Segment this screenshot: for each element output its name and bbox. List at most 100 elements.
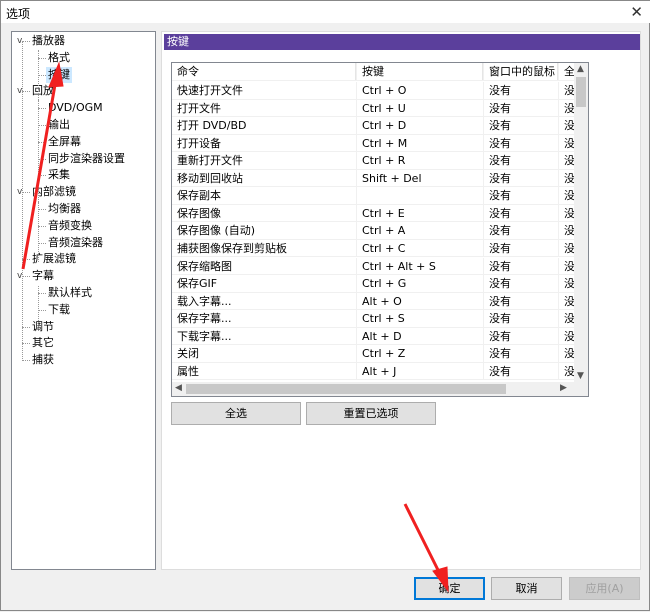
table-header: 命令 按键 窗口中的鼠标全 bbox=[172, 63, 576, 81]
table-row[interactable]: 快速打开文件 Ctrl + O 没有没 bbox=[172, 82, 576, 100]
table-cell: 捕获图像保存到剪贴板 bbox=[177, 241, 287, 255]
table-cell: 重新打开文件 bbox=[177, 154, 243, 168]
table-row[interactable]: 属性 Alt + J 没有没 bbox=[172, 362, 576, 381]
table-cell bbox=[356, 187, 483, 205]
tree-connector bbox=[38, 100, 39, 210]
table-row[interactable]: 保存图像 (自动) Ctrl + A 没有没 bbox=[172, 222, 576, 240]
tree-item[interactable]: 同步渲染器设置 bbox=[46, 151, 127, 167]
tree-item[interactable]: 音频渲染器 bbox=[46, 235, 105, 251]
table-row[interactable]: 打开设备 Ctrl + M 没有没 bbox=[172, 134, 576, 153]
hotkey-table[interactable]: 属性 Alt + J 没有没关闭 Ctrl + Z 没有没下载字幕... Alt + D没… bbox=[171, 62, 589, 397]
table-row[interactable]: 捕获图像保存到剪贴板 Ctrl + C 没有没 bbox=[172, 239, 576, 258]
table-cell: 没有 bbox=[483, 187, 558, 205]
window-title: 选项 bbox=[6, 7, 31, 21]
table-cell: 保存字幕... bbox=[177, 312, 232, 326]
table-row[interactable]: 保存图像 Ctrl + E 没有没 bbox=[172, 204, 576, 223]
hotkeys-panel: 按键 属性 Alt + J 没有没关闭 Ctrl + Z 没有没下载字幕... Alt +… bbox=[161, 31, 641, 570]
tree-connector bbox=[38, 286, 39, 331]
tree-item[interactable]: 输出 bbox=[46, 117, 72, 133]
table-cell: 打开设备 bbox=[177, 136, 221, 150]
table-cell: 保存图像 (自动) bbox=[177, 224, 256, 238]
tree-connector bbox=[38, 108, 46, 110]
table-cell: Ctrl + U bbox=[356, 99, 483, 117]
tree-item[interactable]: 全屏幕 bbox=[46, 134, 83, 150]
tree-connector bbox=[38, 293, 46, 294]
table-row[interactable]: 打开文件 Ctrl + U 没有没 bbox=[172, 99, 576, 118]
tree-item[interactable]: 捕获 bbox=[30, 352, 56, 368]
table-row[interactable]: 打开 DVD/BD Ctrl + D 没有没 bbox=[172, 117, 576, 135]
tree-item[interactable]: DVD/OGM bbox=[46, 100, 105, 116]
tree-connector bbox=[38, 209, 46, 210]
table-cell: 保存GIF bbox=[177, 277, 218, 291]
table-cell: 快速打开文件 bbox=[177, 84, 243, 97]
cancel-button[interactable]: 取消 bbox=[491, 577, 562, 600]
select-all-button[interactable]: 全选 bbox=[171, 402, 301, 425]
ok-button[interactable]: 确定 bbox=[414, 577, 485, 600]
table-cell: Ctrl + R bbox=[356, 152, 483, 170]
table-cell: 打开 DVD/BD bbox=[177, 119, 247, 133]
table-cell: 没有 bbox=[483, 239, 558, 257]
tree-item[interactable]: 均衡器 bbox=[46, 201, 83, 217]
table-cell: Ctrl + E bbox=[356, 204, 483, 222]
tree-connector bbox=[38, 309, 46, 311]
table-cell: 没有 bbox=[483, 362, 558, 380]
tree-connector bbox=[38, 57, 46, 59]
tree-item[interactable]: 采集 bbox=[46, 167, 72, 183]
column-header[interactable]: 按键 bbox=[356, 63, 483, 80]
table-cell: 下载字幕... bbox=[177, 329, 232, 343]
tree-item[interactable]: 回放 bbox=[30, 83, 56, 99]
tree-item[interactable]: 其它 bbox=[30, 335, 56, 351]
table-row[interactable]: 下载字幕... Alt + D 没有没 bbox=[172, 327, 576, 346]
table-row[interactable]: 关闭 Ctrl + Z 没有没 bbox=[172, 345, 576, 363]
tree-connector bbox=[22, 276, 30, 278]
tree-connector bbox=[22, 326, 30, 328]
tree-connector bbox=[22, 91, 30, 93]
tree-connector bbox=[22, 41, 30, 42]
table-cell: 没有 bbox=[483, 82, 558, 99]
tree-item[interactable]: 格式 bbox=[46, 50, 72, 66]
tree-connector bbox=[38, 202, 39, 262]
table-row[interactable]: 重新打开文件 Ctrl + R 没有没 bbox=[172, 152, 576, 170]
table-cell: 没有 bbox=[483, 257, 558, 275]
table-cell: 没有 bbox=[483, 275, 558, 293]
table-row[interactable]: 移动到回收站 Shift + Del 没有没 bbox=[172, 169, 576, 188]
table-cell: 保存缩略图 bbox=[177, 259, 232, 273]
horizontal-scrollbar[interactable]: ◀ ▶ bbox=[172, 382, 588, 396]
tree-item[interactable]: 下载 bbox=[46, 302, 72, 318]
panel-title: 按键 bbox=[164, 34, 640, 50]
column-header[interactable]: 窗口中的鼠标 bbox=[483, 63, 558, 80]
tree-item[interactable]: 按键 bbox=[46, 66, 72, 83]
table-cell: 载入字幕... bbox=[177, 294, 232, 308]
apply-button[interactable]: 应用(A) bbox=[569, 577, 640, 600]
table-cell: Ctrl + Alt + S bbox=[356, 257, 483, 275]
scroll-right-icon[interactable]: ▶ bbox=[560, 383, 567, 393]
tree-item[interactable]: 默认样式 bbox=[46, 285, 94, 301]
table-cell: 属性 bbox=[177, 364, 199, 378]
tree-connector bbox=[38, 125, 46, 126]
table-row[interactable]: 保存缩略图 Ctrl + Alt + S 没有没 bbox=[172, 257, 576, 275]
table-row[interactable]: 保存字幕... Ctrl + S 没有没 bbox=[172, 310, 576, 328]
tree-item[interactable]: 字幕 bbox=[30, 268, 56, 284]
table-cell: Ctrl + O bbox=[356, 82, 483, 99]
reset-selected-button[interactable]: 重置已选项 bbox=[306, 402, 436, 425]
table-row[interactable]: 载入字幕... Alt + O 没有没 bbox=[172, 292, 576, 311]
table-row[interactable]: 保存副本 没有没 bbox=[172, 187, 576, 205]
tree-connector bbox=[38, 74, 46, 76]
table-cell: 没有 bbox=[483, 134, 558, 152]
horizontal-scroll-thumb[interactable] bbox=[186, 384, 506, 394]
scroll-up-icon[interactable]: ▲ bbox=[577, 64, 584, 74]
settings-tree[interactable]: v 播放器 格式 按键 v 回放 DVD/OGM 输出 全屏幕 同步渲染器设置 采集 v 内部滤镜 均衡器… bbox=[11, 31, 156, 570]
tree-item[interactable]: 调节 bbox=[30, 319, 56, 335]
tree-item[interactable]: 音频变换 bbox=[46, 218, 94, 234]
vertical-scrollbar[interactable]: ▲ ▼ bbox=[574, 63, 588, 382]
close-icon[interactable]: ✕ bbox=[630, 3, 643, 21]
tree-connector bbox=[22, 360, 30, 362]
scroll-left-icon[interactable]: ◀ bbox=[175, 383, 182, 393]
tree-connector bbox=[22, 259, 30, 261]
table-cell: 没有 bbox=[483, 99, 558, 117]
scroll-down-icon[interactable]: ▼ bbox=[577, 371, 584, 381]
table-row[interactable]: 保存GIF Ctrl + G 没有没 bbox=[172, 275, 576, 293]
tree-item[interactable]: 播放器 bbox=[30, 33, 67, 49]
vertical-scroll-thumb[interactable] bbox=[576, 77, 586, 107]
column-header[interactable]: 命令 bbox=[172, 63, 356, 80]
